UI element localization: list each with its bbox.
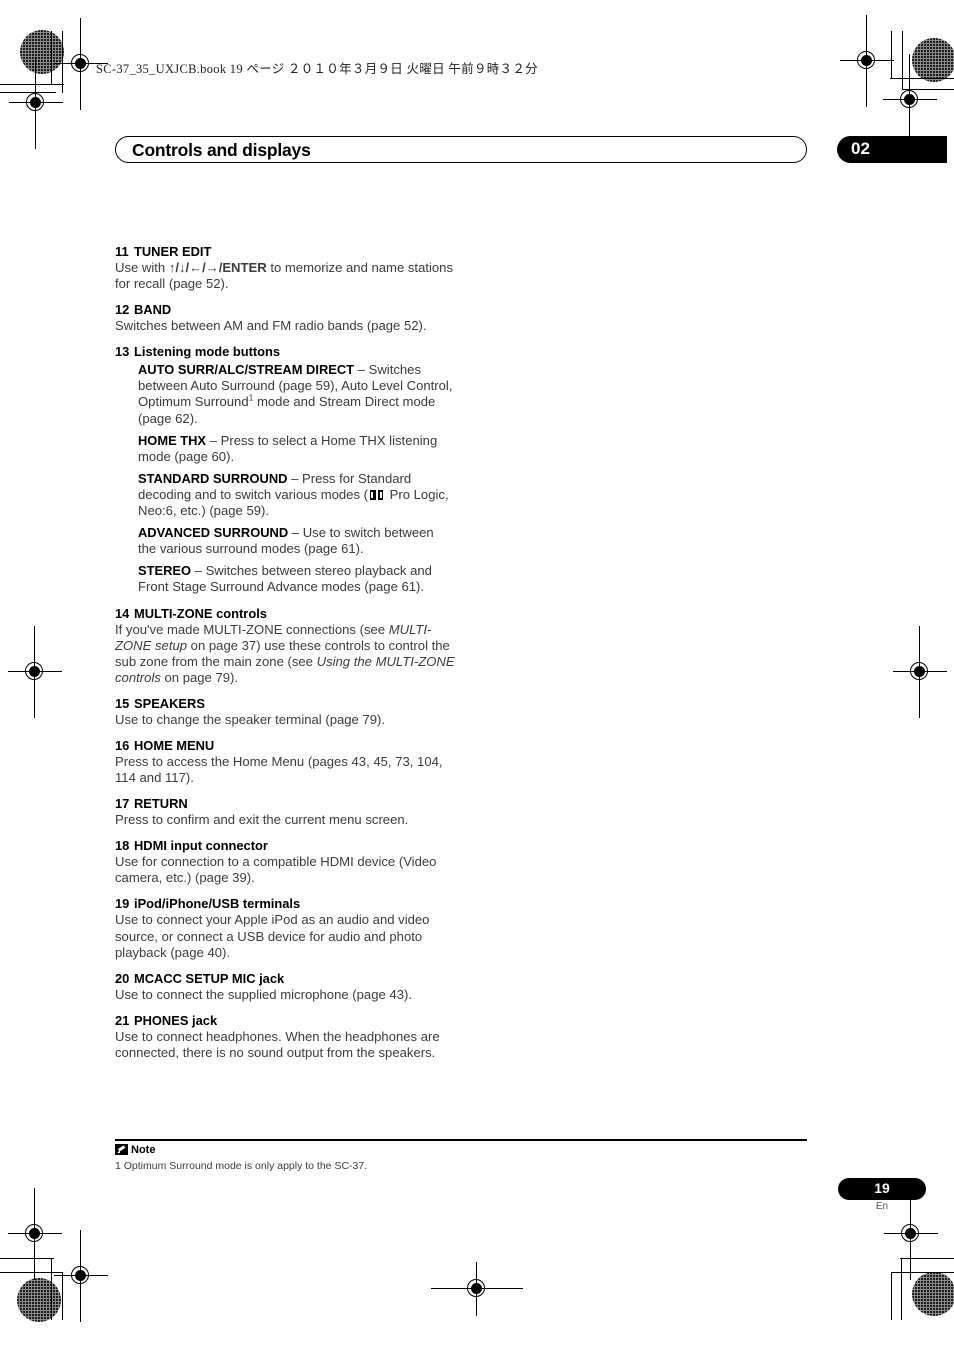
control-entry-number: 14 — [115, 605, 130, 621]
listening-mode-list: AUTO SURR/ALC/STREAM DIRECT – Switches b… — [138, 362, 455, 595]
control-entry-number: 21 — [115, 1012, 130, 1028]
listening-mode-button-label: HOME THX — [138, 432, 207, 448]
footnote-heading-label: Note — [131, 1144, 156, 1156]
control-entry-body: Use for connection to a compatible HDMI … — [115, 854, 437, 886]
registration-mark-bottom-center — [431, 1262, 523, 1316]
control-entry-heading: 19 iPod/iPhone/USB terminals — [115, 895, 455, 912]
note-pencil-icon — [115, 1144, 128, 1155]
footnote-text: 1 Optimum Surround mode is only apply to… — [115, 1160, 368, 1172]
control-entry-title: SPEAKERS — [134, 695, 205, 711]
control-entry-body: Use to connect the supplied microphone (… — [115, 986, 412, 1002]
control-entry-number: 15 — [115, 695, 130, 711]
control-entry-heading: 21 PHONES jack — [115, 1012, 455, 1029]
crop-mark-bottom-right-v1 — [901, 1258, 902, 1320]
control-entry-number: 12 — [115, 302, 130, 318]
registration-mark-bottom-left-inner — [54, 1230, 108, 1322]
enter-button-label: ENTER — [222, 260, 267, 275]
control-entry-body: If you've made MULTI-ZONE connections (s… — [115, 621, 455, 685]
control-entry-heading: 12 BAND — [115, 301, 455, 318]
control-entry: 17 RETURN Press to confirm and exit the cu… — [115, 795, 455, 828]
control-entry-title: TUNER EDIT — [134, 244, 212, 259]
control-entry-heading: 18 HDMI input connector — [115, 837, 455, 854]
control-entry-number: 20 — [115, 970, 130, 986]
crop-mark-bottom-left-h2 — [0, 1272, 62, 1273]
control-entry-heading: 14 MULTI-ZONE controls — [115, 605, 455, 622]
control-entry-heading: 11 TUNER EDIT — [115, 243, 455, 260]
control-entry: 13 Listening mode buttons AUTO SURR/ALC/ST… — [115, 343, 455, 595]
control-entry: 11 TUNER EDIT Use with ↑/↓/←/→/ENTER to me… — [115, 243, 455, 292]
control-entry-number: 17 — [115, 796, 130, 812]
crop-mark-bottom-left-v1 — [51, 1258, 52, 1320]
control-entry-heading: 13 Listening mode buttons — [115, 343, 455, 360]
control-entry-title: HDMI input connector — [134, 838, 268, 854]
control-entry-title: MCACC SETUP MIC jack — [134, 970, 285, 986]
control-entry-number: 18 — [115, 838, 130, 854]
body-text-column: 11 TUNER EDIT Use with ↑/↓/←/→/ENTER to me… — [115, 243, 455, 1061]
dolby-double-d-icon — [368, 489, 385, 500]
cross-reference-italic: MULTI-ZONE setup — [115, 621, 432, 653]
control-entry: 18 HDMI input connector Use for connection… — [115, 837, 455, 886]
footnote-marker: 1 — [248, 393, 254, 404]
listening-mode-button-label: STANDARD SURROUND — [138, 470, 288, 486]
control-entry-title: Listening mode buttons — [134, 344, 281, 360]
listening-mode-button-label: ADVANCED SURROUND — [138, 525, 289, 541]
control-entry: 14 MULTI-ZONE controls If you've made MULT… — [115, 605, 455, 686]
registration-mark-left-middle — [8, 626, 62, 718]
control-entry: 12 BAND Switches between AM and FM radio b… — [115, 301, 455, 334]
page-number-label: 19 — [874, 1180, 890, 1196]
control-entry-body: Use to change the speaker terminal (page… — [115, 711, 386, 727]
registration-mark-bottom-right — [884, 1188, 938, 1280]
control-entry-heading: 15 SPEAKERS — [115, 695, 455, 712]
halftone-dot-bottom-right — [912, 1272, 954, 1316]
control-entry: 20 MCACC SETUP MIC jack Use to connect the… — [115, 970, 455, 1003]
registration-mark-right-middle — [893, 626, 947, 718]
control-entry-body: Use to connect headphones. When the head… — [115, 1028, 440, 1060]
control-entry-heading: 16 HOME MENU — [115, 737, 455, 754]
document-page: SC-37_35_UXJCB.book 19 ページ ２０１０年３月９日 火曜日… — [0, 0, 954, 1350]
page-language-label: En — [875, 1201, 889, 1212]
control-entry-title: RETURN — [134, 796, 188, 812]
control-entry-body: Press to access the Home Menu (pages 43,… — [115, 753, 443, 786]
control-entry-body: Switches between AM and FM radio bands (… — [115, 318, 427, 334]
control-entry-number: 16 — [115, 737, 130, 753]
cursor-arrows-glyphs: ↑/↓/←/→/ — [168, 260, 223, 275]
listening-mode-item: HOME THX – Press to select a Home THX li… — [138, 432, 438, 464]
listening-mode-item: AUTO SURR/ALC/STREAM DIRECT – Switches b… — [138, 362, 453, 426]
chapter-title-bar: Controls and displays — [115, 136, 807, 163]
control-entry-title: MULTI-ZONE controls — [134, 605, 267, 621]
control-entry: 19 iPod/iPhone/USB terminals Use to connec… — [115, 895, 455, 960]
control-entry-title: iPod/iPhone/USB terminals — [134, 896, 301, 912]
footnote-divider — [115, 1139, 807, 1141]
page-number-badge: 19 — [838, 1178, 926, 1200]
footnote-heading: Note — [115, 1144, 155, 1156]
control-entry-body: Use to connect your Apple iPod as an aud… — [115, 912, 430, 960]
chapter-number-badge: 02 — [837, 136, 947, 163]
listening-mode-item: STANDARD SURROUND – Press for Standard d… — [138, 470, 449, 519]
listening-mode-item: STEREO – Switches between stereo playbac… — [138, 563, 432, 595]
listening-mode-button-label: STEREO — [138, 563, 192, 579]
control-entry: 16 HOME MENU Press to access the Home Menu… — [115, 737, 455, 786]
crop-mark-bottom-right-v2 — [891, 1272, 892, 1320]
control-entry-number: 11 — [115, 244, 129, 259]
registration-mark-top-left-lower — [9, 57, 63, 149]
control-entry: 21 PHONES jack Use to connect headphones. … — [115, 1012, 455, 1061]
cross-reference-italic: Using the MULTI-ZONE controls — [115, 653, 455, 685]
listening-mode-button-label: AUTO SURR/ALC/STREAM DIRECT — [138, 362, 355, 378]
control-entry-number: 13 — [115, 344, 130, 360]
page-title: Controls and displays — [132, 140, 311, 160]
registration-mark-top-right-lower — [883, 54, 937, 146]
listening-mode-item: ADVANCED SURROUND – Use to switch betwee… — [138, 525, 434, 557]
book-file-header: SC-37_35_UXJCB.book 19 ページ ２０１０年３月９日 火曜日… — [96, 62, 538, 76]
control-entry-body: Use with ↑/↓/←/→/ENTER to memorize and n… — [115, 260, 454, 292]
control-entry-title: PHONES jack — [134, 1012, 218, 1028]
control-entry-heading: 17 RETURN — [115, 795, 455, 812]
control-entry-title: BAND — [134, 302, 172, 318]
control-entry-body: Press to confirm and exit the current me… — [115, 812, 409, 828]
chapter-number-label: 02 — [851, 139, 870, 158]
control-entry-title: HOME MENU — [134, 737, 215, 753]
control-entry-number: 19 — [115, 896, 130, 912]
control-entry-heading: 20 MCACC SETUP MIC jack — [115, 970, 455, 987]
control-entry: 15 SPEAKERS Use to change the speaker term… — [115, 695, 455, 728]
